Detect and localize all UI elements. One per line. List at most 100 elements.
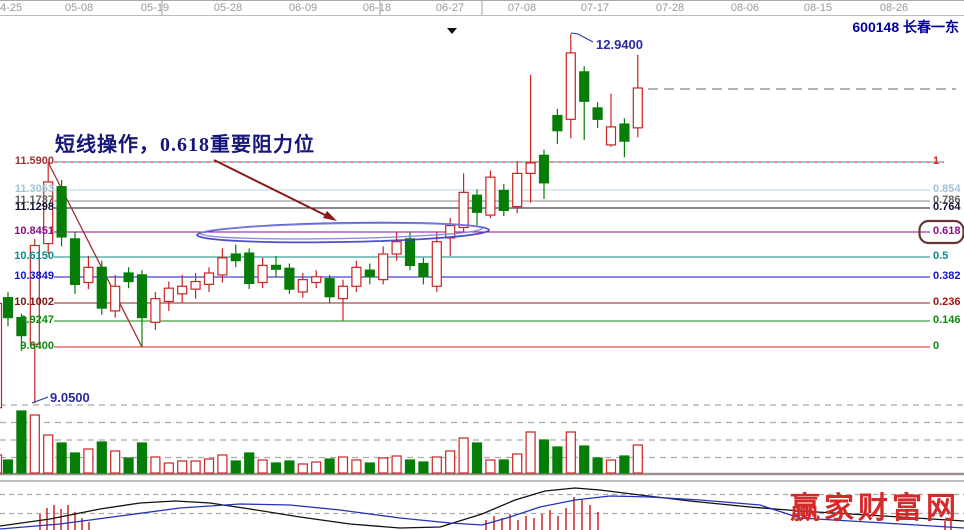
annotation-arrow-head [323, 211, 337, 221]
fib-ratio-label: 0 [933, 340, 939, 353]
fib-ratio-label: 0.382 [933, 270, 961, 283]
date-label: 07-17 [581, 2, 609, 14]
volume-bar [365, 463, 374, 473]
volume-bar [111, 451, 120, 473]
candle-body [71, 239, 80, 285]
candle-body [111, 286, 120, 311]
volume-bar [446, 451, 455, 473]
fib-price-label: 10.6150 [0, 250, 54, 263]
volume-bar [566, 432, 575, 473]
fib-price-label: 10.3849 [0, 270, 54, 283]
candle-body [218, 258, 227, 275]
candle-body [138, 275, 147, 318]
candle-body [164, 288, 173, 301]
volume-bar [17, 411, 26, 473]
candle-body [566, 53, 575, 119]
volume-bar [0, 455, 2, 473]
volume-bar [4, 460, 13, 473]
stock-title: 600148 长春一东 [852, 17, 959, 37]
candle-body [312, 277, 321, 283]
volume-bar [57, 443, 66, 473]
stock-chart-window: 04-2505-0805-1905-2806-0906-1806-2707-08… [0, 0, 964, 530]
candle-body [513, 173, 522, 206]
fib-price-label: 11.1298 [0, 201, 54, 214]
date-label: 04-25 [0, 2, 22, 14]
fib-ratio-label: 0.618 [933, 225, 961, 238]
candle-body [97, 267, 106, 308]
candle-body [580, 72, 589, 101]
candle-body [379, 254, 388, 280]
date-label: 08-26 [880, 2, 908, 14]
date-label: 07-28 [656, 2, 684, 14]
slider-marker-icon [447, 28, 457, 34]
candle-body [272, 265, 281, 269]
candle-body [258, 265, 267, 282]
peak-label-connector [571, 33, 593, 42]
volume-bar [580, 446, 589, 473]
candle-body [526, 163, 535, 173]
volume-bar [44, 435, 53, 473]
chart-canvas[interactable] [0, 0, 964, 530]
volume-bar [406, 460, 415, 473]
volume-bar [191, 461, 200, 473]
fib-price-label: 10.8451 [0, 225, 54, 238]
volume-bar [151, 457, 160, 473]
candle-body [339, 286, 348, 298]
candle-body [620, 124, 629, 141]
candle-body [245, 253, 254, 283]
date-label: 05-08 [65, 2, 93, 14]
volume-bar [432, 457, 441, 473]
candle-body [419, 264, 428, 277]
candle-body [178, 286, 187, 294]
volume-bar [513, 454, 522, 473]
volume-bar [486, 460, 495, 473]
fib-price-label: 10.1002 [0, 296, 54, 309]
candle-body [325, 279, 334, 297]
candle-body [473, 195, 482, 212]
candle-body [298, 280, 307, 292]
candle-body [191, 282, 200, 290]
volume-bar [607, 460, 616, 473]
fib-price-label: 9.9247 [0, 314, 54, 327]
volume-bar [526, 432, 535, 473]
volume-bar [272, 463, 281, 473]
volume-bar [30, 415, 39, 473]
candle-body [553, 116, 562, 131]
volume-bar [138, 443, 147, 473]
candle-body [365, 270, 374, 277]
volume-bar [352, 460, 361, 473]
candle-body [607, 127, 616, 145]
volume-bar [379, 458, 388, 473]
fib-ratio-label: 0.764 [933, 201, 961, 214]
annotation-arrow-line [214, 160, 331, 218]
annotation-note: 短线操作，0.618重要阻力位 [55, 128, 315, 157]
candle-body [285, 268, 294, 289]
date-label: 05-28 [214, 2, 242, 14]
volume-bar [124, 458, 133, 473]
volume-bar [218, 455, 227, 473]
volume-bar [633, 445, 642, 473]
volume-bar [620, 456, 629, 473]
candle-body [231, 254, 240, 261]
fib-ratio-label: 0.146 [933, 314, 961, 327]
volume-bar [419, 462, 428, 473]
date-label: 05-19 [141, 2, 169, 14]
volume-bar [473, 443, 482, 473]
date-label: 06-27 [436, 2, 464, 14]
candle-body [57, 187, 66, 237]
candle-body [486, 177, 495, 215]
date-label: 07-08 [508, 2, 536, 14]
volume-bar [178, 461, 187, 473]
candle-body [432, 242, 441, 287]
volume-bar [339, 457, 348, 473]
candle-body [352, 267, 361, 286]
volume-bar [540, 440, 549, 473]
candle-body [406, 239, 415, 266]
volume-bar [298, 464, 307, 473]
peak-price-label: 12.9400 [596, 37, 643, 52]
fib-ratio-label: 1 [933, 155, 939, 168]
volume-bar [97, 442, 106, 473]
candle-body [124, 273, 133, 282]
volume-bar [459, 438, 468, 473]
volume-bar [325, 459, 334, 473]
